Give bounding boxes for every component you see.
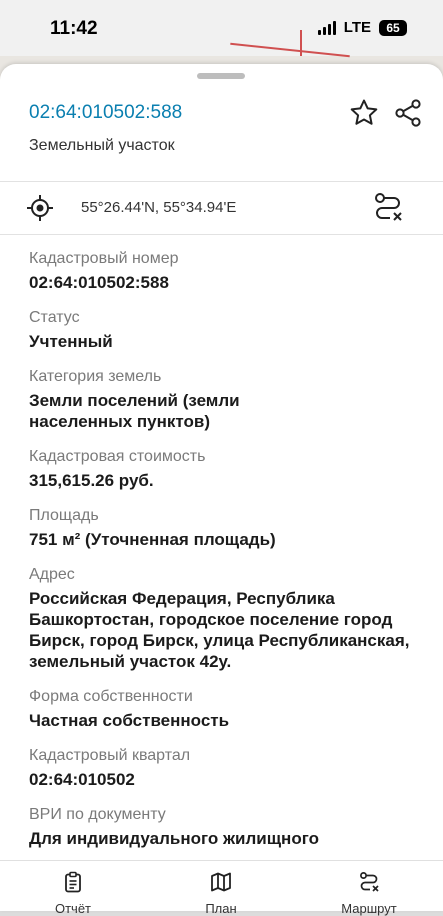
crosshair-icon[interactable] [26,194,54,222]
status-time: 11:42 [50,18,98,39]
coordinates-row: 55°26.44'N, 55°34.94'E [0,182,443,234]
details-sheet: 02:64:010502:588 Земельный участок 55°26… [0,64,443,910]
signal-icon [317,20,336,35]
field-value[interactable]: 02:64:010502 [29,769,429,790]
tab-label: Отчёт [54,901,92,916]
route-icon[interactable] [371,190,405,224]
clipboard-icon [65,871,81,893]
field-value: Для индивидуального жилищного [29,829,319,848]
drag-handle[interactable] [197,73,245,79]
network-label: LTE [343,19,371,36]
field-label: Форма собственности [29,688,193,705]
field-cadastral-number: Кадастровый номер 02:64:010502:588 [29,248,429,293]
tab-label: План [205,901,237,916]
field-value: 315,615.26 руб. [29,471,154,490]
field-value: 751 м² (Уточненная площадь) [29,530,276,549]
coordinates-text[interactable]: 55°26.44'N, 55°34.94'E [81,199,236,216]
divider [0,234,443,235]
status-indicators: LTE 65 [317,19,407,36]
field-status: Статус Учтенный [29,307,429,352]
tab-label: Маршрут [341,901,397,916]
route-icon [360,872,379,892]
field-value[interactable]: Российская Федерация, Республика Башкорт… [29,588,429,672]
field-label: Кадастровый номер [29,250,179,267]
field-label: Площадь [29,507,99,524]
field-label: Кадастровый квартал [29,747,191,764]
field-cadastral-quarter: Кадастровый квартал 02:64:010502 [29,745,429,790]
field-value: Учтенный [29,332,113,351]
field-land-category: Категория земель Земли поселений (земли … [29,366,429,432]
map-boundary-line [300,30,302,56]
battery-icon: 65 [379,19,407,36]
field-address: Адрес Российская Федерация, Республика Б… [29,564,429,672]
field-value: Частная собственность [29,711,230,730]
field-label: Категория земель [29,368,162,385]
cadastral-number-title[interactable]: 02:64:010502:588 [29,102,182,124]
share-icon[interactable] [392,97,424,129]
field-value: Земли поселений (земли населенных пункто… [29,391,240,431]
bottom-tab-bar: Отчёт План Маршрут [0,860,443,916]
field-label: Статус [29,309,80,326]
field-area: Площадь 751 м² (Уточненная площадь) [29,505,429,550]
star-icon[interactable] [348,97,380,129]
property-fields: Кадастровый номер 02:64:010502:588 Стату… [29,248,429,863]
field-ownership: Форма собственности Частная собственност… [29,686,429,731]
field-permitted-use: ВРИ по документу Для индивидуального жил… [29,804,429,849]
tab-route[interactable]: Маршрут [314,861,424,916]
object-type: Земельный участок [29,137,175,154]
field-label: Адрес [29,566,75,583]
map-icon [211,872,231,892]
tab-report[interactable]: Отчёт [18,861,128,916]
field-value[interactable]: 02:64:010502:588 [29,272,429,293]
field-label: Кадастровая стоимость [29,448,206,465]
field-cadastral-value: Кадастровая стоимость 315,615.26 руб. [29,446,429,491]
tab-plan[interactable]: План [166,861,276,916]
field-label: ВРИ по документу [29,806,166,823]
